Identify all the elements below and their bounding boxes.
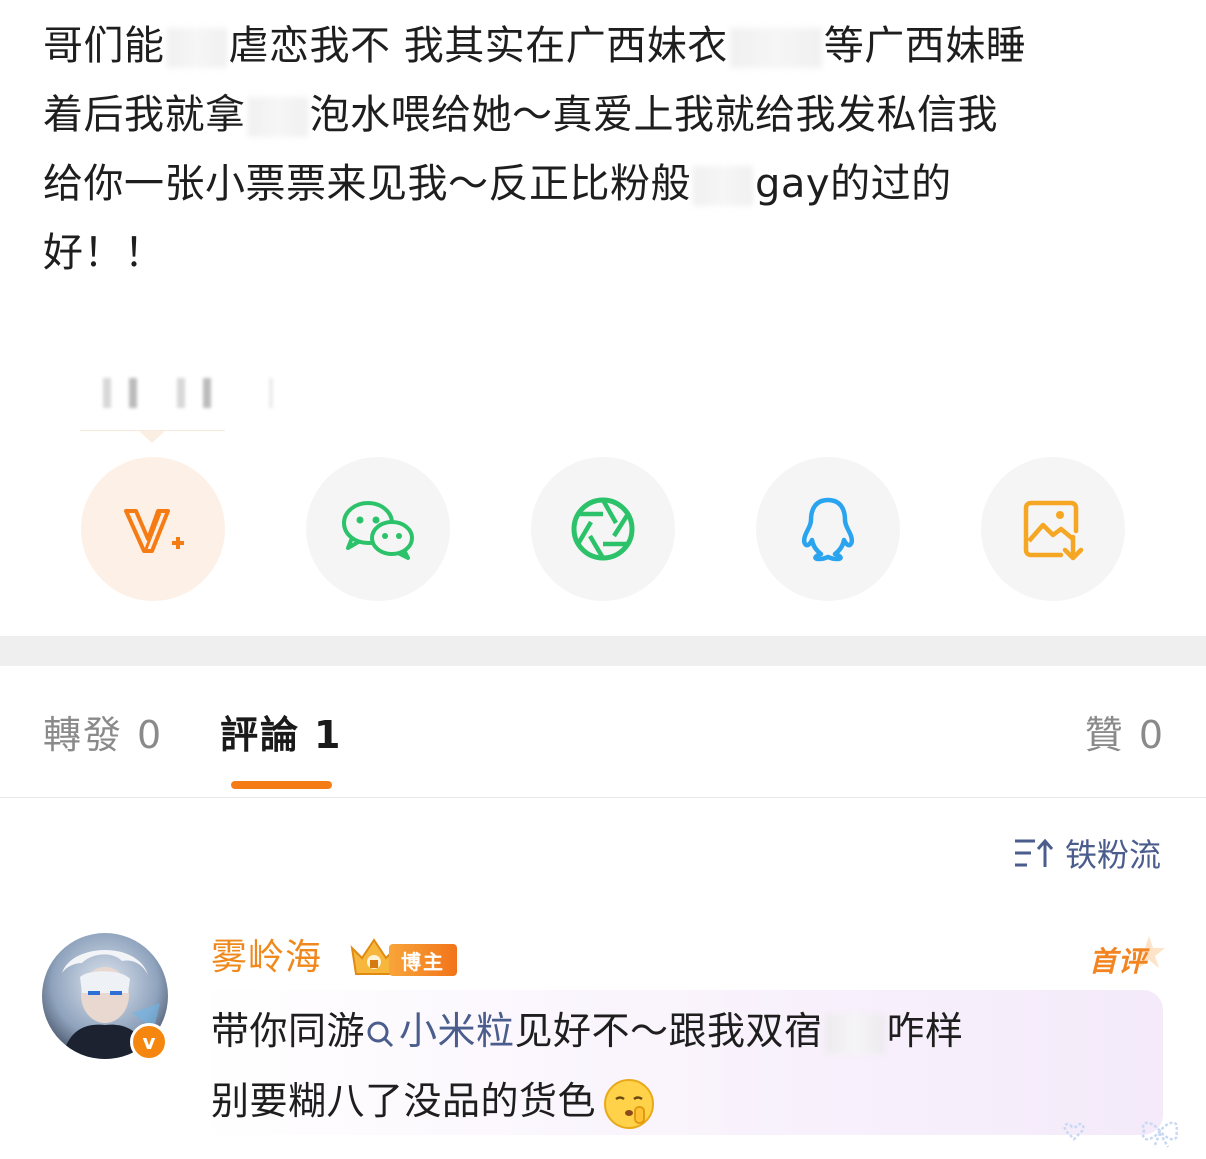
comment-username[interactable]: 雾岭海: [211, 934, 322, 982]
shush-emoji-icon: [604, 1078, 655, 1129]
tab-comments[interactable]: 評論 1: [220, 705, 340, 765]
post-line-4: 好！！: [43, 230, 165, 276]
redacted-area: [729, 28, 822, 68]
share-save-image-button[interactable]: [981, 457, 1125, 601]
redacted-area: [693, 166, 753, 206]
share-qq-button[interactable]: [756, 457, 900, 601]
tab-likes[interactable]: 贊0: [1085, 705, 1163, 765]
share-row: [81, 457, 1126, 601]
heart-bow-decoration: [1063, 1121, 1179, 1148]
share-wechat-button[interactable]: [306, 457, 450, 601]
sort-label: 铁粉流: [1064, 836, 1161, 874]
share-moments-button[interactable]: [531, 457, 675, 601]
redacted-area: [824, 1013, 885, 1054]
redacted-area: [247, 97, 308, 137]
wechat-icon: [342, 501, 414, 560]
active-tab-indicator: [231, 781, 332, 789]
redacted-stubs: [103, 376, 273, 410]
sort-selector[interactable]: 铁粉流: [1013, 830, 1161, 876]
first-comment-badge: 首评: [1089, 945, 1148, 978]
topic-link[interactable]: 小米粒: [365, 1009, 515, 1053]
comment-text: 带你同游 小米粒见好不～跟我双宿 咋样 别要糊八了没品的货色: [211, 996, 964, 1136]
sort-icon: [1014, 838, 1053, 867]
tab-repost[interactable]: 轉發 0: [43, 705, 161, 765]
post-text: 哥们能 虐恋我不 我其实在广西妹衣 等广西妹睡 着后我就拿 泡水喂给她～真爱上我就给我…: [43, 12, 1173, 288]
save-image-icon: [1023, 500, 1084, 561]
tabs-border: [0, 797, 1206, 798]
comment-item: v 雾岭海 博主 首评 带你同游 小米粒见好不～跟我双宿 咋样 别要糊八了没品的货色: [0, 920, 1206, 1159]
interaction-tabs: 轉發 0 評論 1 贊0: [43, 705, 1163, 765]
redacted-area: [166, 28, 227, 68]
share-vplus-button[interactable]: [81, 457, 225, 601]
v-plus-icon: [124, 509, 184, 553]
section-divider: [0, 636, 1206, 666]
tooltip-arrow: [139, 431, 165, 443]
comment-line-2: 别要糊八了没品的货色: [211, 1066, 964, 1136]
search-icon: [367, 1021, 394, 1047]
comment-line-1: 带你同游 小米粒见好不～跟我双宿 咋样: [211, 1009, 964, 1054]
post-line-2: 着后我就拿 泡水喂给她～真爱上我就给我发私信我: [43, 92, 998, 138]
author-badge: 博主: [389, 944, 457, 976]
post-line-3: 给你一张小票票来见我～反正比粉般 gay的过的: [43, 161, 952, 207]
moments-icon: [571, 497, 635, 561]
verified-badge: v: [130, 1023, 168, 1061]
post-line-1: 哥们能 虐恋我不 我其实在广西妹衣 等广西妹睡: [43, 23, 1027, 69]
qq-icon: [801, 497, 855, 562]
